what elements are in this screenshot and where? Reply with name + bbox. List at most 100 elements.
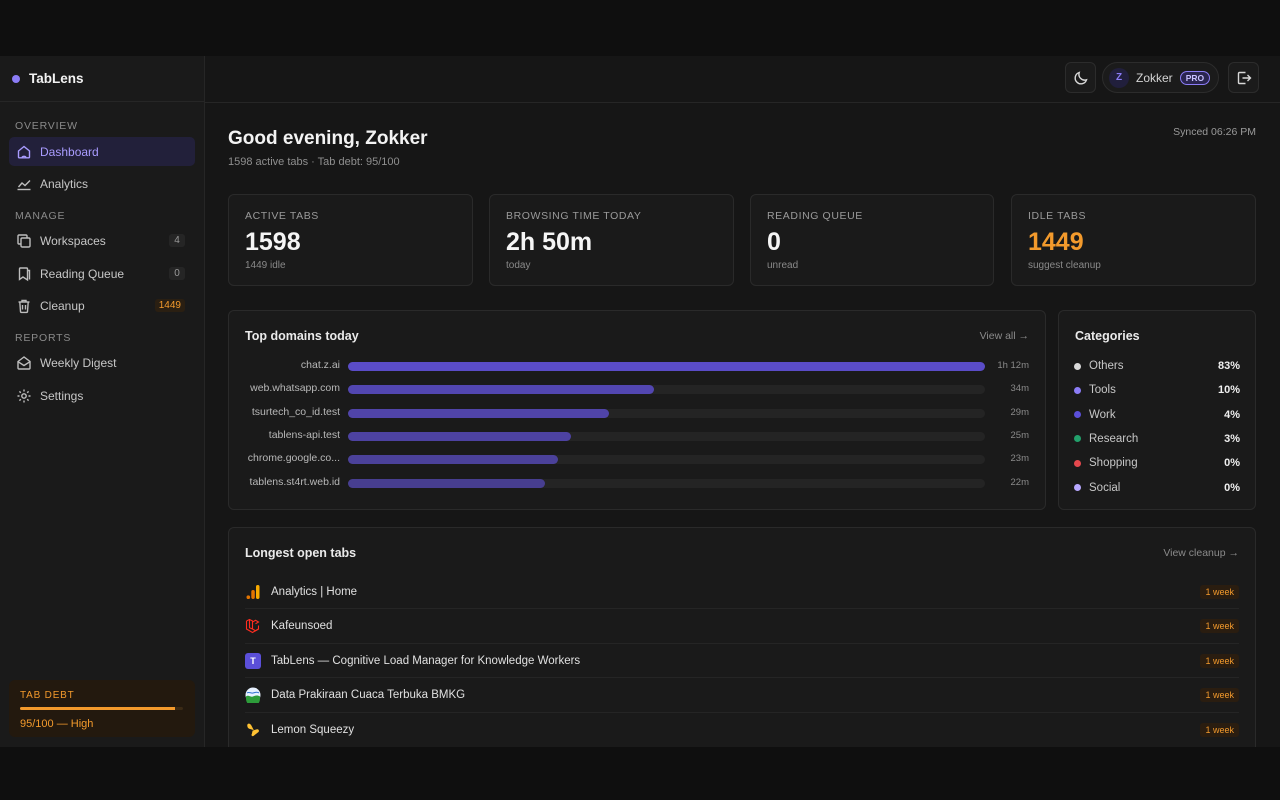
tab-debt-meter-fill [20,707,175,710]
category-percent: 0% [1224,457,1240,470]
workspaces-count-badge: 4 [169,234,185,247]
sidebar-item-reading-queue[interactable]: Reading Queue 0 [9,259,195,288]
sidebar-item-label: Workspaces [40,233,106,248]
tab-row[interactable]: Analytics | Home 1 week [245,575,1239,609]
stat-note: suggest cleanup [1028,260,1101,271]
category-row[interactable]: Tools 10% [1074,383,1240,397]
tab-row[interactable]: Data Prakiraan Cuaca Terbuka BMKG 1 week [245,679,1239,713]
tab-title: Kafeunsoed [271,620,333,633]
mail-icon [17,355,31,370]
stat-note: unread [767,260,799,271]
stat-card-browsing-time[interactable]: BROWSING TIME TODAY 2h 50m today [489,194,734,286]
tab-row[interactable]: Lemon Squeezy 1 week [245,713,1239,747]
categories-card: Categories Others 83% Tools 10% Work 4% Resear… [1058,310,1256,510]
domain-time: 29m [1010,406,1029,418]
google-analytics-icon [245,584,261,600]
sidebar-item-workspaces[interactable]: Workspaces 4 [9,226,195,255]
category-name: Shopping [1089,457,1138,470]
user-name: Zokker [1136,70,1173,85]
app-window: TabLens OVERVIEW Dashboard Analytics MAN… [0,56,1280,747]
sidebar-item-dashboard[interactable]: Dashboard [9,137,195,166]
topbar: Z Zokker PRO [205,56,1280,103]
domain-name: tablens-api.test [268,428,340,441]
categories-title: Categories [1075,329,1140,343]
category-percent: 83% [1217,360,1240,372]
domain-bar-track [348,478,985,488]
nav-group-manage: MANAGE [15,210,66,222]
tab-age-badge: 1 week [1200,619,1239,634]
category-row[interactable]: Shopping 0% [1074,456,1240,470]
bookmark-icon [18,266,31,281]
nav-group-overview: OVERVIEW [15,120,78,132]
sync-status: Synced 06:26 PM [1173,126,1256,138]
sidebar-item-label: Dashboard [40,144,99,159]
top-domains-title: Top domains today [245,329,359,343]
line-chart-icon [17,179,31,190]
sidebar-item-weekly-digest[interactable]: Weekly Digest [9,348,195,377]
tab-age-badge: 1 week [1200,584,1239,599]
category-name: Research [1089,432,1139,445]
logout-icon [1237,71,1251,84]
domain-bar-track [348,362,985,371]
domain-row[interactable]: web.whatsapp.com 34m [229,382,1045,396]
domain-bar-fill [348,385,654,395]
reading-queue-count-badge: 0 [169,267,185,280]
tablens-icon: T [245,652,261,669]
category-row[interactable]: Work 4% [1074,408,1240,422]
user-menu-button[interactable]: Z Zokker PRO [1102,62,1219,93]
domain-row[interactable]: tsurtech_co_id.test 29m [229,406,1045,420]
domain-bar-track [348,408,985,418]
stat-card-reading-queue[interactable]: READING QUEUE 0 unread [750,194,994,286]
category-name: Others [1089,360,1124,372]
category-color-dot [1074,411,1081,419]
domain-time: 25m [1010,429,1029,441]
category-color-dot [1074,435,1081,443]
stat-card-active-tabs[interactable]: ACTIVE TABS 1598 1449 idle [228,194,473,286]
brand[interactable]: TabLens [0,56,204,102]
stat-label: READING QUEUE [767,210,863,222]
category-row[interactable]: Social 0% [1074,481,1240,495]
view-all-link[interactable]: View all → [980,330,1029,342]
stat-card-idle-tabs[interactable]: IDLE TABS 1449 suggest cleanup [1011,194,1256,286]
sidebar-item-settings[interactable]: Settings [9,381,195,410]
domain-time: 34m [1010,383,1029,395]
domain-bar-track [348,455,985,465]
category-percent: 10% [1217,384,1240,397]
domain-name: web.whatsapp.com [250,382,340,395]
logout-button[interactable] [1228,62,1259,93]
category-row[interactable]: Others 83% [1074,359,1240,373]
tab-debt-panel: TAB DEBT 95/100 — High [9,680,195,737]
theme-toggle-button[interactable] [1065,62,1096,93]
stat-value: 0 [767,228,781,256]
sidebar-item-label: Weekly Digest [40,355,117,370]
domain-row[interactable]: tablens.st4rt.web.id 22m [229,476,1045,490]
nav-group-reports: REPORTS [15,332,72,344]
stat-label: IDLE TABS [1028,210,1087,222]
domain-row[interactable]: chat.z.ai 1h 12m [229,359,1045,373]
tab-row[interactable]: Kafeunsoed 1 week [245,610,1239,644]
category-name: Social [1089,481,1121,494]
domain-row[interactable]: chrome.google.co... 23m [229,452,1045,466]
domain-bar-fill [348,362,985,371]
domain-bar-track [348,431,985,441]
domain-name: tablens.st4rt.web.id [249,475,340,488]
category-color-dot [1074,362,1081,370]
tab-row[interactable]: T TabLens — Cognitive Load Manager for Kn… [245,644,1239,679]
top-domains-card: Top domains today View all → chat.z.ai 1h… [228,310,1046,510]
copy-icon [17,233,31,248]
tab-debt-meter [20,707,183,710]
category-percent: 0% [1224,481,1240,494]
category-row[interactable]: Research 3% [1074,432,1240,446]
sidebar-item-label: Settings [40,388,84,403]
stat-note: 1449 idle [245,260,286,271]
gear-icon [17,389,31,402]
sidebar-item-cleanup[interactable]: Cleanup 1449 [9,291,195,320]
domain-time: 22m [1010,476,1029,488]
bmkg-icon [245,687,261,704]
tab-debt-value: 95/100 — High [20,718,94,730]
brand-logo-icon [12,74,20,83]
category-name: Tools [1089,384,1116,397]
domain-row[interactable]: tablens-api.test 25m [229,429,1045,443]
sidebar-item-analytics[interactable]: Analytics [9,169,195,198]
view-cleanup-link[interactable]: View cleanup → [1163,547,1239,559]
